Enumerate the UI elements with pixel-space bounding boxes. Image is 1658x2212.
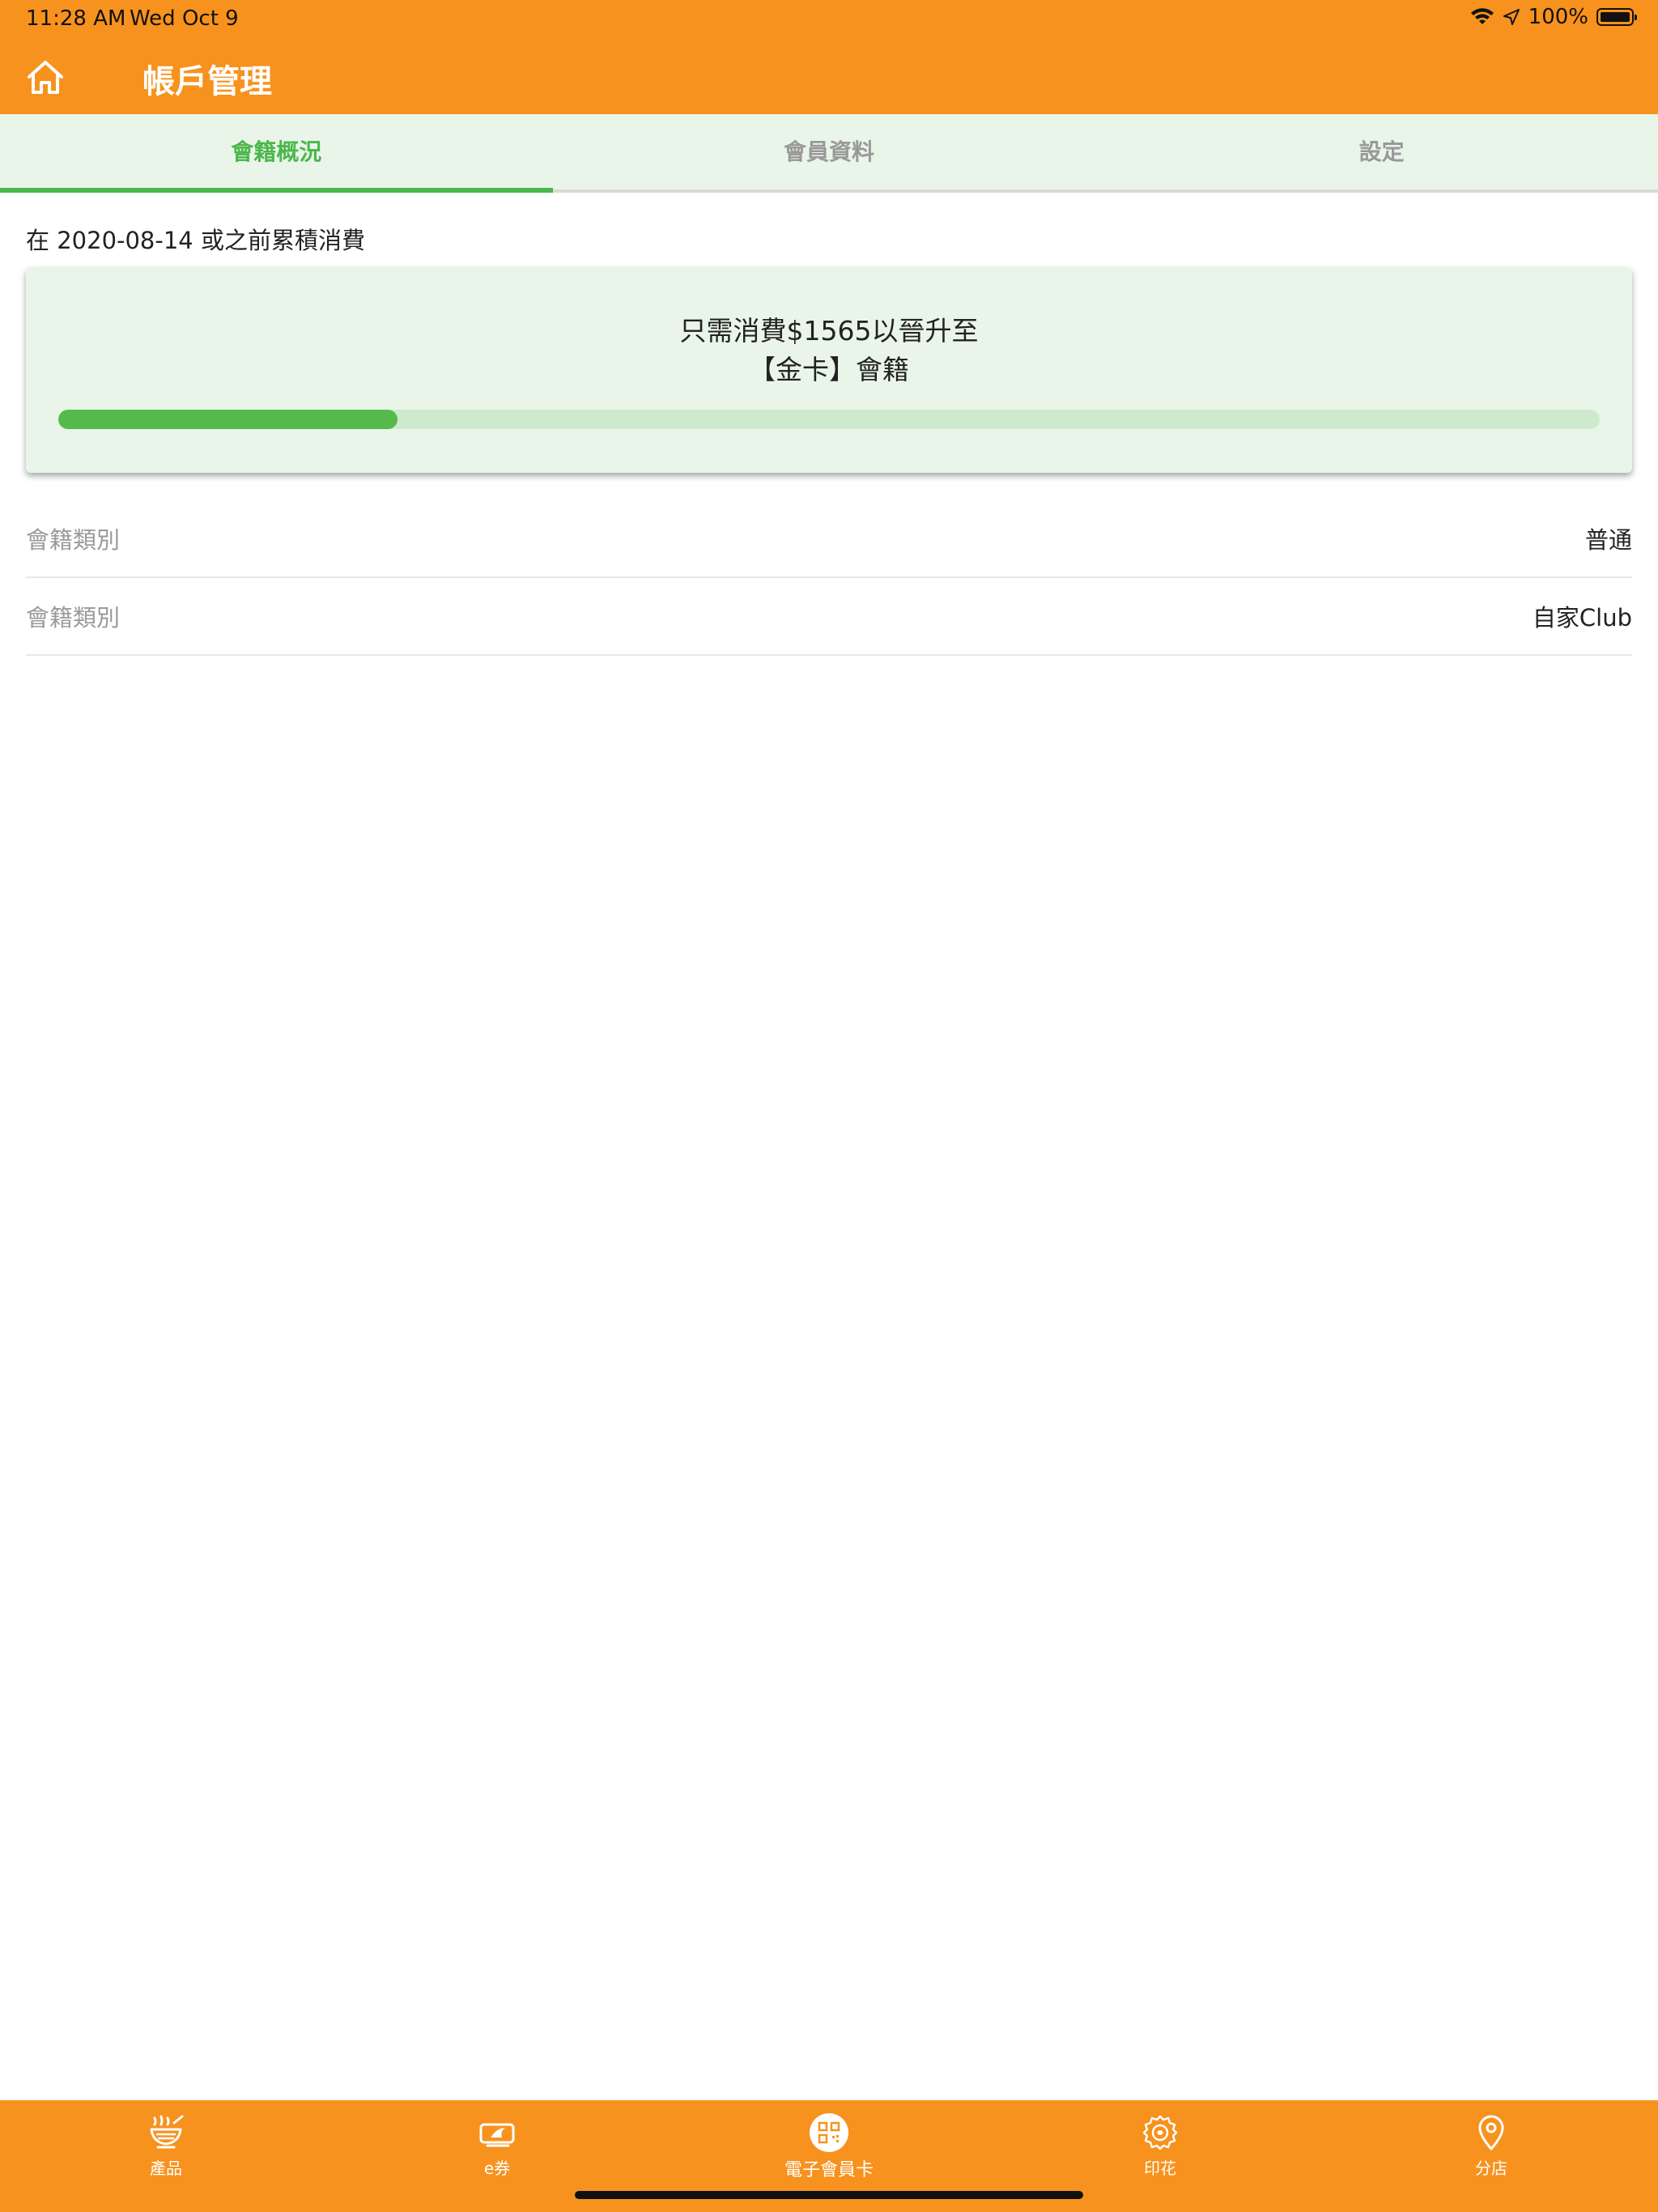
tab-membership-overview[interactable]: 會籍概況 [0,114,553,193]
status-bar: 11:28 AM Wed Oct 9 100% [0,0,1658,39]
nav-label: 分店 [1475,2159,1507,2178]
coupon-icon [479,2123,515,2147]
tab-member-info[interactable]: 會員資料 [553,114,1106,189]
info-row-value: 自家Club [1532,604,1632,632]
info-row-label: 會籍類別 [26,604,121,632]
nav-label: 印花 [1144,2159,1176,2178]
status-date: Wed Oct 9 [130,6,239,31]
nav-label: 產品 [150,2159,182,2178]
nav-stamps[interactable]: 印花 [1079,2113,1241,2179]
upgrade-tier-text: 【金卡】會籍 [749,354,909,385]
battery-icon [1596,8,1637,26]
home-icon[interactable] [24,57,66,99]
location-arrow-icon [1503,9,1520,25]
qr-code-icon [810,2113,848,2152]
stamp-icon [1142,2115,1178,2150]
tab-bar: 會籍概況 會員資料 設定 [0,114,1658,193]
info-row-club: 會籍類別 自家Club [26,578,1632,656]
status-time: 11:28 AM [26,6,126,31]
battery-percentage: 100% [1528,5,1588,29]
home-indicator [575,2191,1083,2199]
info-row-label: 會籍類別 [26,526,121,554]
nav-label: e券 [483,2159,511,2178]
nav-branches[interactable]: 分店 [1410,2113,1572,2179]
nav-e-coupon[interactable]: e券 [416,2113,578,2179]
progress-bar-fill [58,410,397,429]
noodle-bowl-icon [150,2115,184,2149]
nav-label: 電子會員卡 [784,2160,874,2180]
nav-products[interactable]: 產品 [85,2113,247,2179]
status-indicators: 100% [1470,5,1637,29]
nav-e-member-card[interactable]: 電子會員卡 [748,2113,910,2181]
upgrade-progress-card: 只需消費$1565以晉升至 【金卡】會籍 [26,267,1632,473]
wifi-icon [1470,8,1494,24]
app-header: 帳戶管理 [0,39,1658,114]
accumulated-spending-text: 在 2020-08-14 或之前累積消費 [26,227,365,254]
page-title: 帳戶管理 [142,63,272,100]
info-row-value: 普通 [1584,526,1632,554]
tab-settings[interactable]: 設定 [1105,114,1658,189]
location-pin-icon [1478,2115,1504,2150]
progress-bar [58,410,1600,429]
upgrade-requirement-text: 只需消費$1565以晉升至 [679,315,979,347]
info-row-membership-type: 會籍類別 普通 [26,500,1632,578]
